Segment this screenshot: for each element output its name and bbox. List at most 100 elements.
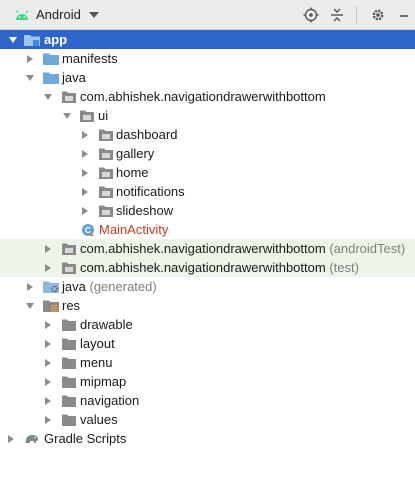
chevron-down-icon	[88, 11, 99, 18]
tree-item-label: drawable	[80, 317, 133, 332]
tree-item-app[interactable]: app	[0, 30, 415, 49]
package-icon	[98, 147, 114, 161]
tree-item-label: com.abhishek.navigationdrawerwithbottom …	[80, 241, 406, 256]
folder-icon	[61, 356, 77, 370]
tree-item-menu[interactable]: menu	[0, 353, 415, 372]
tree-item-notifications[interactable]: notifications	[0, 182, 415, 201]
module-folder-icon	[24, 33, 40, 47]
tree-item-label: com.abhishek.navigationdrawerwithbottom …	[80, 260, 359, 275]
tree-item-suffix: (generated)	[89, 279, 157, 294]
tree-item-label: app	[44, 32, 68, 47]
expand-arrow-icon[interactable]	[6, 434, 16, 444]
project-toolbar: Android	[0, 0, 415, 30]
expand-arrow-icon[interactable]	[25, 282, 35, 292]
expand-arrow-icon[interactable]	[43, 415, 53, 425]
expand-arrow-icon[interactable]	[80, 149, 90, 159]
tree-item-label: navigation	[80, 393, 140, 408]
package-icon	[79, 109, 95, 123]
tree-item-label: mipmap	[80, 374, 127, 389]
tree-item-gallery[interactable]: gallery	[0, 144, 415, 163]
generated-folder-icon	[43, 280, 59, 294]
tree-item-navigation[interactable]: navigation	[0, 391, 415, 410]
package-icon	[98, 185, 114, 199]
expand-arrow-icon[interactable]	[80, 187, 90, 197]
tree-item-java-generated[interactable]: java (generated)	[0, 277, 415, 296]
tree-item-ui[interactable]: ui	[0, 106, 415, 125]
expand-arrow-icon[interactable]	[25, 301, 35, 311]
package-icon	[61, 261, 77, 275]
expand-arrow-icon[interactable]	[43, 263, 53, 273]
expand-arrow-icon[interactable]	[43, 244, 53, 254]
folder-icon	[61, 337, 77, 351]
package-icon	[61, 242, 77, 256]
toolbar-divider	[356, 6, 357, 24]
package-icon	[61, 90, 77, 104]
tree-item-label: gallery	[116, 146, 155, 161]
resources-folder-icon	[43, 299, 59, 313]
tree-item-label: home	[116, 165, 149, 180]
tree-item-main-activity[interactable]: C MainActivity	[0, 220, 415, 239]
expand-arrow-icon[interactable]	[43, 377, 53, 387]
tree-item-label: layout	[80, 336, 115, 351]
tree-item-values[interactable]: values	[0, 410, 415, 429]
tree-item-res[interactable]: res	[0, 296, 415, 315]
tree-item-suffix: (test)	[329, 260, 359, 275]
expand-arrow-icon[interactable]	[8, 35, 18, 45]
tree-item-package-android-test[interactable]: com.abhishek.navigationdrawerwithbottom …	[0, 239, 415, 258]
tree-item-label: MainActivity	[99, 222, 169, 237]
tree-item-label: java (generated)	[62, 279, 157, 294]
tree-item-label: menu	[80, 355, 113, 370]
gear-icon[interactable]	[367, 4, 389, 26]
expand-arrow-icon[interactable]	[43, 396, 53, 406]
package-icon	[98, 204, 114, 218]
expand-arrow-icon[interactable]	[62, 111, 72, 121]
expand-arrow-icon[interactable]	[43, 320, 53, 330]
expand-arrow-icon[interactable]	[43, 358, 53, 368]
tree-item-label: values	[80, 412, 118, 427]
tree-item-label: res	[62, 298, 81, 313]
tree-item-package-main[interactable]: com.abhishek.navigationdrawerwithbottom	[0, 87, 415, 106]
tree-item-label: dashboard	[116, 127, 178, 142]
project-tree: app manifests java com.abhishek.navigati…	[0, 30, 415, 492]
project-view-selector[interactable]: Android	[0, 0, 99, 30]
expand-arrow-icon[interactable]	[80, 206, 90, 216]
gradle-elephant-icon	[24, 432, 40, 446]
tree-item-slideshow[interactable]: slideshow	[0, 201, 415, 220]
tree-item-label: notifications	[116, 184, 185, 199]
tree-item-drawable[interactable]: drawable	[0, 315, 415, 334]
tree-item-package-test[interactable]: com.abhishek.navigationdrawerwithbottom …	[0, 258, 415, 277]
tree-item-label: manifests	[62, 51, 118, 66]
tree-item-label: ui	[98, 108, 109, 123]
folder-icon	[61, 318, 77, 332]
tree-item-label: Gradle Scripts	[44, 431, 127, 446]
project-view-label: Android	[36, 7, 81, 22]
expand-arrow-icon[interactable]	[25, 54, 35, 64]
expand-arrow-icon[interactable]	[80, 130, 90, 140]
expand-arrow-icon[interactable]	[43, 339, 53, 349]
expand-arrow-icon[interactable]	[43, 92, 53, 102]
android-icon	[15, 9, 29, 20]
collapse-all-icon[interactable]	[326, 4, 348, 26]
tree-item-label: java	[62, 70, 86, 85]
folder-icon	[61, 394, 77, 408]
tree-item-manifests[interactable]: manifests	[0, 49, 415, 68]
package-icon	[98, 128, 114, 142]
folder-icon	[43, 71, 59, 85]
folder-icon	[61, 375, 77, 389]
tree-item-home[interactable]: home	[0, 163, 415, 182]
folder-icon	[43, 52, 59, 66]
expand-arrow-icon[interactable]	[25, 73, 35, 83]
kotlin-class-icon: C	[80, 223, 96, 237]
tree-item-suffix: (androidTest)	[329, 241, 406, 256]
tree-item-layout[interactable]: layout	[0, 334, 415, 353]
tree-item-java[interactable]: java	[0, 68, 415, 87]
minimize-icon[interactable]	[393, 4, 415, 26]
tree-item-gradle-scripts[interactable]: Gradle Scripts	[0, 429, 415, 448]
package-icon	[98, 166, 114, 180]
tree-item-dashboard[interactable]: dashboard	[0, 125, 415, 144]
tree-item-label: slideshow	[116, 203, 174, 218]
tree-item-label: com.abhishek.navigationdrawerwithbottom	[80, 89, 326, 104]
expand-arrow-icon[interactable]	[80, 168, 90, 178]
tree-item-mipmap[interactable]: mipmap	[0, 372, 415, 391]
locate-icon[interactable]	[300, 4, 322, 26]
